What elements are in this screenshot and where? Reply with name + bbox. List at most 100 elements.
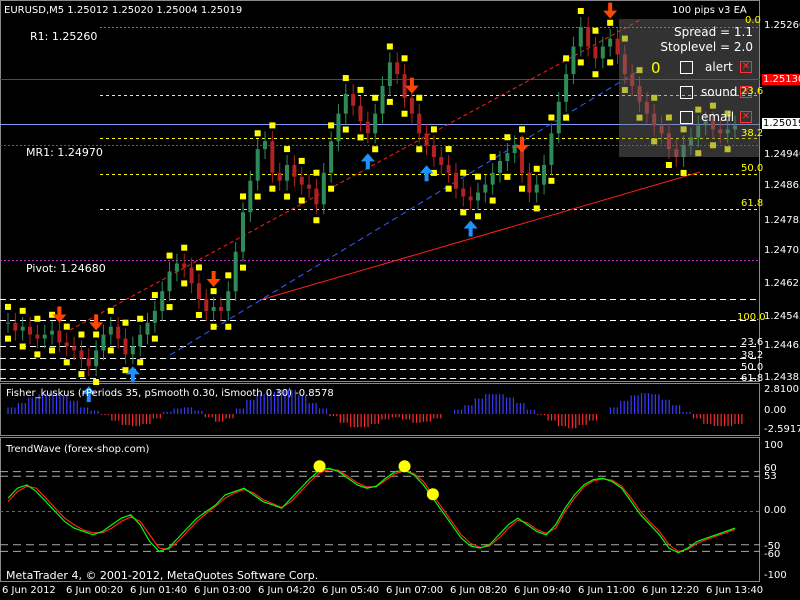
candle-body [365, 121, 370, 134]
yellow-marker [313, 169, 320, 176]
ea-counter: 0 [651, 59, 661, 77]
candle-body [145, 322, 150, 335]
yellow-marker [401, 55, 408, 62]
alert-close-icon[interactable]: ✕ [740, 61, 752, 73]
symbol-info: EURUSD,M5 1.25012 1.25020 1.25004 1.2501… [4, 5, 243, 16]
candle-body [373, 113, 378, 134]
yellow-marker [548, 114, 555, 121]
yellow-marker [328, 122, 335, 129]
candle-body [189, 267, 194, 284]
yellow-marker [372, 94, 379, 101]
candle-body [270, 141, 275, 173]
price-tick-red: 1.25130 [762, 74, 800, 85]
fib-top-4: 61.8 [741, 198, 764, 209]
candle-body [549, 133, 554, 165]
trendwave-red-line [7, 468, 736, 553]
spread-text: Spread = 1.1 [673, 25, 753, 39]
candle-body [512, 145, 517, 154]
candle-body [285, 164, 290, 181]
yellow-marker [78, 331, 85, 338]
candle-body [226, 291, 231, 311]
yellow-marker [665, 162, 672, 169]
sound-checkbox[interactable] [680, 86, 693, 99]
yellow-marker [533, 205, 540, 212]
yellow-marker [563, 55, 570, 62]
yellow-marker [63, 323, 70, 330]
yellow-marker [137, 315, 144, 322]
yellow-marker [357, 134, 364, 141]
candle-body [527, 172, 532, 193]
yellow-marker [386, 43, 393, 50]
candle-body [446, 164, 451, 173]
email-close-icon[interactable]: ✕ [740, 111, 752, 123]
yellow-marker [577, 59, 584, 66]
up-arrow-icon [419, 165, 434, 182]
yellow-marker [342, 126, 349, 133]
yellow-marker [19, 307, 26, 314]
candle-body [20, 326, 25, 331]
yellow-marker [166, 304, 173, 311]
yellow-marker [607, 59, 614, 66]
pivot-label: Pivot: 1.24680 [26, 262, 106, 275]
candle-body [329, 141, 334, 173]
candle-body [233, 251, 238, 292]
candle-body [314, 188, 319, 205]
yellow-marker [460, 209, 467, 216]
candle-body [130, 346, 135, 355]
candle-body [152, 310, 157, 323]
yellow-marker [181, 280, 188, 287]
candle-body [439, 157, 444, 165]
fisher-axis-mid: 0.00 [764, 405, 787, 416]
down-arrow-icon [89, 314, 104, 331]
candle-body [336, 113, 341, 142]
fisher-axis-top: 2.8100 [764, 384, 799, 395]
yellow-marker [195, 264, 202, 271]
email-checkbox[interactable] [680, 111, 693, 124]
candle-body [6, 322, 10, 324]
yellow-marker [34, 315, 41, 322]
time-tick: 6 Jun 01:40 [130, 585, 188, 596]
yellow-marker [372, 146, 379, 153]
candle-body [277, 172, 282, 181]
tw-axis-100: 100 [764, 440, 784, 451]
yellow-marker [460, 169, 467, 176]
candle-body [174, 263, 179, 272]
yellow-marker [284, 193, 291, 200]
candle-body [380, 86, 385, 114]
price-tick-3: 1.24865 [764, 180, 800, 191]
candle-body [94, 350, 99, 367]
yellow-marker [445, 185, 452, 192]
price-tick-4: 1.24785 [764, 215, 800, 226]
yellow-marker [298, 197, 305, 204]
yellow-marker [5, 303, 11, 310]
yellow-marker [592, 71, 599, 78]
yellow-marker [284, 146, 291, 153]
candle-body [116, 326, 121, 339]
yellow-marker [93, 331, 100, 338]
yellow-marker [328, 185, 335, 192]
candle-body [321, 172, 326, 205]
fib-bottom-4: 61.8 [741, 373, 764, 384]
price-tick-current: 1.25019 [762, 118, 800, 129]
red-trendline-lower [259, 171, 701, 301]
candle-body [593, 46, 598, 59]
yellow-marker [78, 371, 85, 378]
yellow-marker [151, 292, 158, 299]
yellow-marker [519, 126, 526, 133]
candle-body [343, 93, 348, 114]
candle-body [431, 145, 436, 158]
candle-body [50, 330, 55, 335]
alert-checkbox[interactable] [680, 61, 693, 74]
down-arrow-icon [206, 270, 221, 287]
candle-body [101, 334, 106, 351]
fib-bottom-1: 23.6 [741, 337, 764, 348]
fib-top-0: 0.0 [745, 15, 761, 26]
candle-body [86, 358, 91, 367]
candle-body [505, 153, 510, 161]
yellow-marker [195, 311, 202, 318]
up-arrow-icon [463, 220, 478, 237]
sound-label: sound [701, 85, 738, 99]
yellow-marker [474, 173, 481, 180]
candle-body [453, 172, 458, 189]
r1-label: R1: 1.25260 [30, 30, 98, 43]
